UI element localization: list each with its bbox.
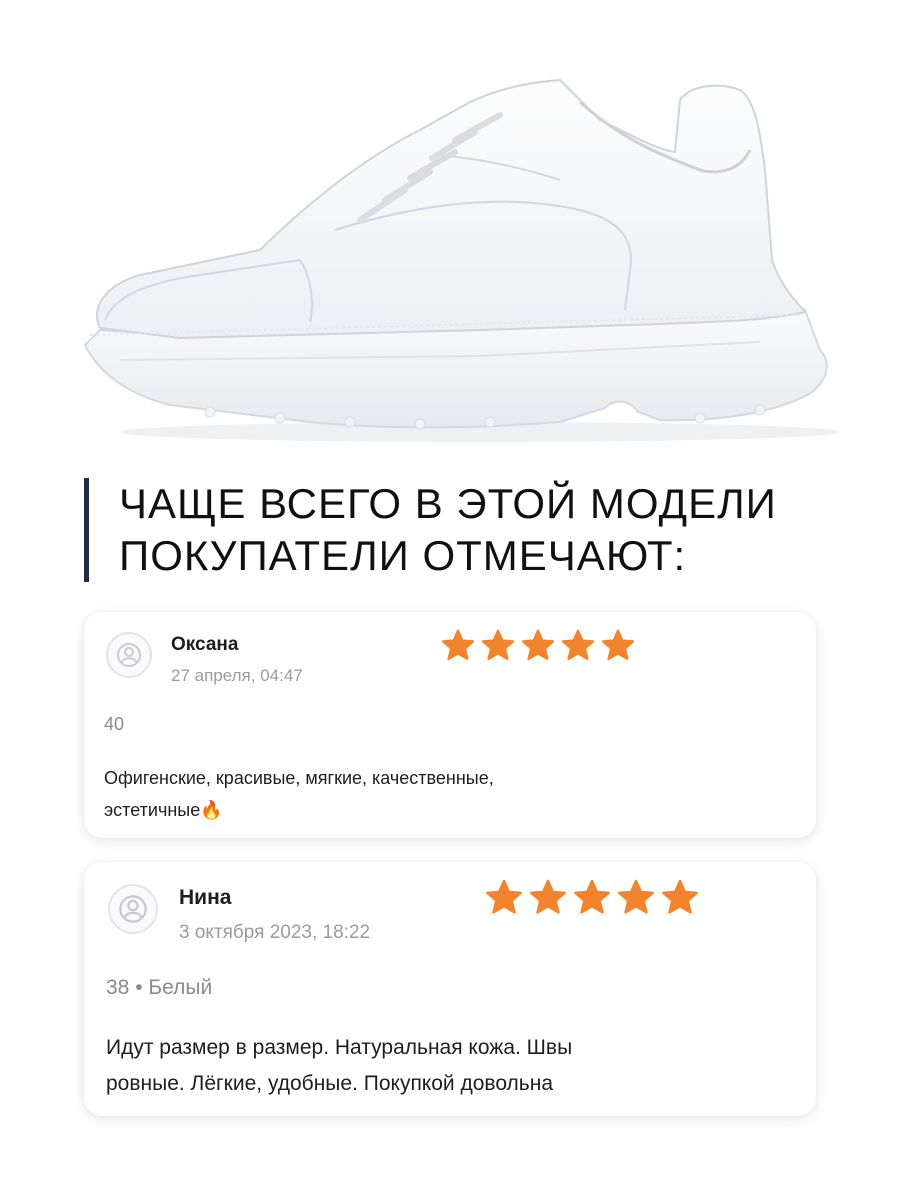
- user-avatar-icon: [106, 632, 152, 678]
- star-icon: [662, 879, 698, 914]
- review-text-line: эстетичные🔥: [104, 794, 784, 826]
- star-icon: [574, 879, 610, 914]
- reviewer-name: Нина: [179, 886, 232, 909]
- review-text-line: Офигенские, красивые, мягкие, качественн…: [104, 768, 494, 788]
- review-size: 40: [104, 714, 125, 734]
- star-icon: [521, 629, 555, 661]
- review-text-line: ровные. Лёгкие, удобные. Покупкой доволь…: [106, 1072, 554, 1095]
- headline-block: ЧАЩЕ ВСЕГО В ЭТОЙ МОДЕЛИ ПОКУПАТЕЛИ ОТМЕ…: [84, 478, 879, 582]
- review-text-line: Идут размер в размер. Натуральная кожа. …: [106, 1036, 573, 1059]
- rating-stars: [484, 878, 700, 918]
- sneaker-image: [83, 78, 840, 442]
- rating-stars: [440, 628, 636, 664]
- star-icon: [441, 629, 475, 661]
- star-icon: [530, 879, 566, 914]
- review-date: 3 октября 2023, 18:22: [179, 922, 371, 943]
- reviewer-name: Оксана: [171, 634, 239, 655]
- star-icon: [601, 629, 635, 661]
- star-icon: [561, 629, 595, 661]
- fire-emoji-icon: 🔥: [200, 800, 223, 820]
- review-text: Офигенские, красивые, мягкие, качественн…: [104, 762, 784, 826]
- headline-line-2: ПОКУПАТЕЛИ ОТМЕЧАЮТ:: [119, 532, 687, 579]
- review-card: Нина 3 октября 2023, 18:22 38 • Белый Ид…: [84, 862, 816, 1116]
- user-icon: [119, 895, 147, 923]
- review-text-line-part: эстетичные: [104, 800, 201, 820]
- review-card: Оксана 27 апреля, 04:47 40 Офигенские, к…: [84, 612, 816, 838]
- user-icon: [117, 643, 141, 667]
- star-icon: [618, 879, 654, 914]
- star-icon: [481, 629, 515, 661]
- review-size-color: 38 • Белый: [106, 976, 213, 999]
- review-date: 27 апреля, 04:47: [171, 666, 303, 685]
- headline-line-1: ЧАЩЕ ВСЕГО В ЭТОЙ МОДЕЛИ: [119, 480, 777, 527]
- user-avatar-icon: [108, 884, 158, 934]
- review-text: Идут размер в размер. Натуральная кожа. …: [106, 1030, 786, 1102]
- star-icon: [486, 879, 522, 914]
